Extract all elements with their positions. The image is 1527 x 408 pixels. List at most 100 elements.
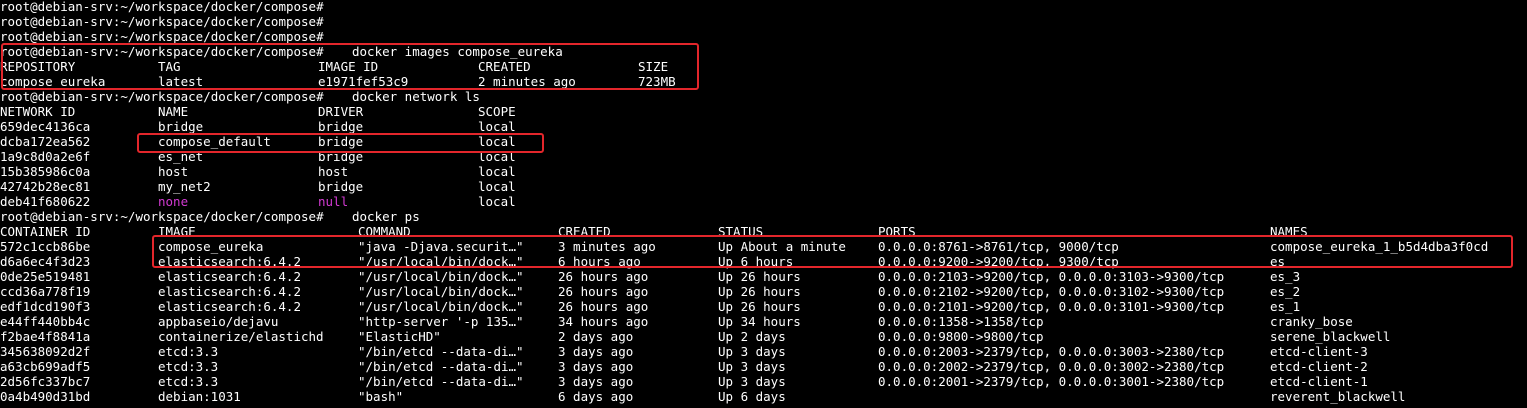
terminal-window[interactable]: root@debian-srv:~/workspace/docker/compo…: [0, 0, 1527, 408]
network-cell-network-id: 1a9c8d0a2e6f: [0, 149, 91, 164]
ps-cell-image: etcd:3.3: [158, 344, 219, 359]
ps-cell-names: etcd-client-2: [1270, 359, 1368, 374]
ps-cell-image: elasticsearch:6.4.2: [158, 269, 301, 284]
ps-cell-command: COMMAND: [358, 224, 411, 239]
network-cell-name: my_net2: [158, 179, 211, 194]
ps-cell-status: Up 2 days: [718, 329, 786, 344]
ps-table-row: edf1dcd190f3 elasticsearch:6.4.2 "/usr/loc…: [0, 299, 1527, 314]
network-cell-network-id: dcba172ea562: [0, 134, 91, 149]
ps-table-row: ccd36a778f19 elasticsearch:6.4.2 "/usr/loc…: [0, 284, 1527, 299]
ps-cell-command: "/usr/local/bin/dock…": [358, 269, 524, 284]
ps-cell-container-id: 0de25e519481: [0, 269, 91, 284]
ps-cell-container-id: 0a4b490d31bd: [0, 389, 91, 404]
ps-cell-status: Up 26 hours: [718, 284, 801, 299]
ps-cell-names: es_2: [1270, 284, 1301, 299]
ps-cell-command: "ElasticHD": [358, 329, 441, 344]
network-cell-name: bridge: [158, 119, 204, 134]
ps-cell-container-id: f2bae4f8841a: [0, 329, 91, 344]
network-cell-name: compose_default: [158, 134, 271, 149]
ps-cell-image: compose_eureka: [158, 239, 264, 254]
network-cell-driver: bridge: [318, 179, 364, 194]
ps-cell-status: Up About a minute: [718, 239, 846, 254]
ps-cell-ports: 0.0.0.0:9200->9200/tcp, 9300/tcp: [878, 254, 1119, 269]
images-table-row: REPOSITORY TAG IMAGE ID CREATED SIZE: [0, 59, 1527, 74]
ps-cell-status: Up 3 days: [718, 374, 786, 389]
command-text: docker images compose_eureka: [352, 44, 563, 59]
ps-cell-container-id: 2d56fc337bc7: [0, 374, 91, 389]
network-cell-scope: local: [478, 194, 516, 209]
ps-table-row: f2bae4f8841a containerize/elastichd "Elast…: [0, 329, 1527, 344]
shell-prompt: root@debian-srv:~/workspace/docker/compo…: [0, 89, 324, 104]
network-table-row: 659dec4136ca bridge bridge local: [0, 119, 1527, 134]
network-cell-name: NAME: [158, 104, 189, 119]
ps-cell-created: 26 hours ago: [558, 269, 649, 284]
ps-cell-status: Up 3 days: [718, 344, 786, 359]
ps-cell-created: 3 days ago: [558, 344, 634, 359]
ps-cell-ports: 0.0.0.0:1358->1358/tcp: [878, 314, 1044, 329]
ps-cell-container-id: edf1dcd190f3: [0, 299, 91, 314]
ps-cell-image: IMAGE: [158, 224, 196, 239]
network-cell-scope: SCOPE: [478, 104, 516, 119]
ps-cell-ports: 0.0.0.0:9800->9800/tcp: [878, 329, 1044, 344]
network-table-row: NETWORK ID NAME DRIVER SCOPE: [0, 104, 1527, 119]
ps-cell-status: Up 6 days: [718, 389, 786, 404]
ps-cell-ports: 0.0.0.0:2101->9200/tcp, 0.0.0.0:3101->93…: [878, 299, 1225, 314]
ps-cell-names: etcd-client-3: [1270, 344, 1368, 359]
prompt-line: root@debian-srv:~/workspace/docker/compo…: [0, 0, 1527, 14]
ps-cell-container-id: CONTAINER ID: [0, 224, 91, 239]
ps-cell-image: debian:1031: [158, 389, 241, 404]
ps-table-row: d6a6ec4f3d23 elasticsearch:6.4.2 "/usr/loc…: [0, 254, 1527, 269]
ps-cell-created: 26 hours ago: [558, 284, 649, 299]
shell-prompt: root@debian-srv:~/workspace/docker/compo…: [0, 44, 324, 59]
ps-cell-ports: 0.0.0.0:2003->2379/tcp, 0.0.0.0:3003->23…: [878, 344, 1225, 359]
ps-cell-ports: 0.0.0.0:2103->9200/tcp, 0.0.0.0:3103->93…: [878, 269, 1225, 284]
ps-cell-container-id: ccd36a778f19: [0, 284, 91, 299]
ps-cell-ports: 0.0.0.0:8761->8761/tcp, 9000/tcp: [878, 239, 1119, 254]
images-cell-created: 2 minutes ago: [478, 74, 576, 89]
images-cell-size: 723MB: [638, 74, 676, 89]
prompt-line: root@debian-srv:~/workspace/docker/compo…: [0, 29, 1527, 44]
ps-cell-command: "http-server '-p 135…": [358, 314, 524, 329]
images-cell-repository: REPOSITORY: [0, 59, 76, 74]
prompt-line: root@debian-srv:~/workspace/docker/compo…: [0, 14, 1527, 29]
ps-cell-created: 26 hours ago: [558, 299, 649, 314]
network-cell-scope: local: [478, 164, 516, 179]
ps-cell-created: 3 minutes ago: [558, 239, 656, 254]
ps-cell-names: es_1: [1270, 299, 1301, 314]
shell-prompt: root@debian-srv:~/workspace/docker/compo…: [0, 209, 324, 224]
prompt-line: root@debian-srv:~/workspace/docker/compo…: [0, 44, 1527, 59]
ps-cell-names: compose_eureka_1_b5d4dba3f0cd: [1270, 239, 1489, 254]
ps-cell-container-id: d6a6ec4f3d23: [0, 254, 91, 269]
network-table-row: 42742b28ec81 my_net2 bridge local: [0, 179, 1527, 194]
prompt-line: root@debian-srv:~/workspace/docker/compo…: [0, 209, 1527, 224]
network-cell-network-id: 15b385986c0a: [0, 164, 91, 179]
network-table-row: deb41f680622 none null local: [0, 194, 1527, 209]
images-cell-tag: latest: [158, 74, 204, 89]
network-cell-scope: local: [478, 119, 516, 134]
ps-table-row: 345638092d2f etcd:3.3 "/bin/etcd --data-di…: [0, 344, 1527, 359]
network-cell-driver: null: [318, 194, 349, 209]
ps-table-row: CONTAINER ID IMAGE COMMAND CREATED STATUS POR…: [0, 224, 1527, 239]
command-text: docker network ls: [352, 89, 480, 104]
ps-table-row: a63cb699adf5 etcd:3.3 "/bin/etcd --data-di…: [0, 359, 1527, 374]
ps-table-row: 572c1ccb86be compose_eureka "java -Djava.s…: [0, 239, 1527, 254]
shell-prompt: root@debian-srv:~/workspace/docker/compo…: [0, 14, 324, 29]
ps-cell-created: CREATED: [558, 224, 611, 239]
network-table-row: 15b385986c0a host host local: [0, 164, 1527, 179]
ps-cell-created: 3 days ago: [558, 359, 634, 374]
prompt-line: root@debian-srv:~/workspace/docker/compo…: [0, 89, 1527, 104]
images-cell-created: CREATED: [478, 59, 531, 74]
ps-cell-created: 34 hours ago: [558, 314, 649, 329]
network-cell-driver: bridge: [318, 149, 364, 164]
ps-cell-image: etcd:3.3: [158, 359, 219, 374]
network-cell-name: host: [158, 164, 189, 179]
ps-cell-command: "/bin/etcd --data-di…": [358, 359, 524, 374]
ps-table-row: 0a4b490d31bd debian:1031 "bash" 6 days ago U…: [0, 389, 1527, 404]
network-cell-network-id: 659dec4136ca: [0, 119, 91, 134]
ps-cell-created: 2 days ago: [558, 329, 634, 344]
ps-cell-ports: PORTS: [878, 224, 916, 239]
network-cell-driver: host: [318, 164, 349, 179]
ps-cell-command: "/bin/etcd --data-di…": [358, 374, 524, 389]
ps-cell-command: "/bin/etcd --data-di…": [358, 344, 524, 359]
command-text: docker ps: [352, 209, 420, 224]
